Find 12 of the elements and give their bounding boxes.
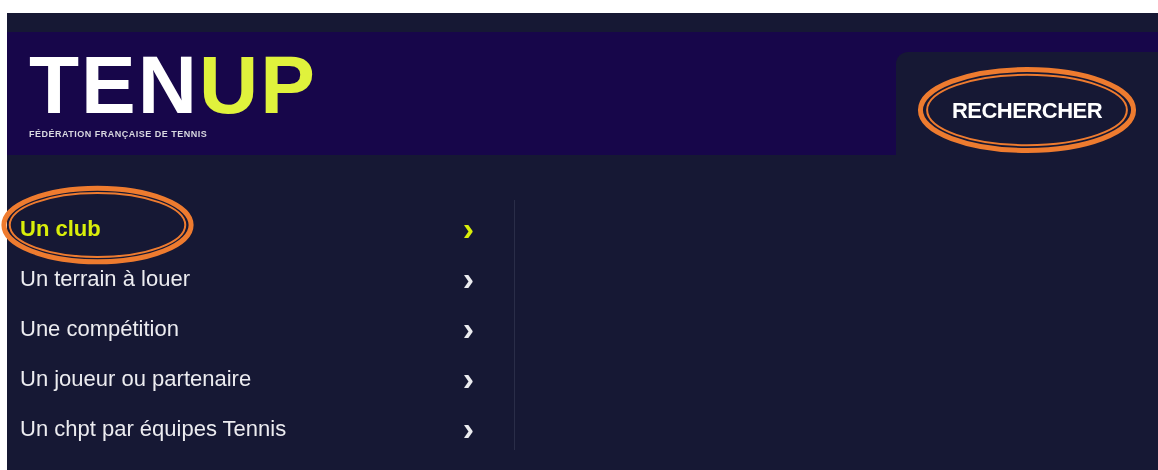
- menu-item[interactable]: Un club ›: [20, 211, 474, 245]
- menu-item[interactable]: Un joueur ou partenaire ›: [20, 361, 474, 395]
- menu-item[interactable]: Une compétition ›: [20, 311, 474, 345]
- chevron-icon: ›: [462, 263, 474, 293]
- menu-item[interactable]: Un chpt par équipes Tennis ›: [20, 411, 474, 445]
- logo-wordmark: TENUP: [29, 52, 317, 118]
- chevron-icon: ›: [462, 313, 474, 343]
- chevron-icon: ›: [462, 213, 474, 243]
- chevron-icon: ›: [462, 363, 474, 393]
- menu-item[interactable]: Un terrain à louer ›: [20, 261, 474, 295]
- logo-tagline: FÉDÉRATION FRANÇAISE DE TENNIS: [29, 128, 208, 141]
- chevron-icon: ›: [462, 413, 474, 443]
